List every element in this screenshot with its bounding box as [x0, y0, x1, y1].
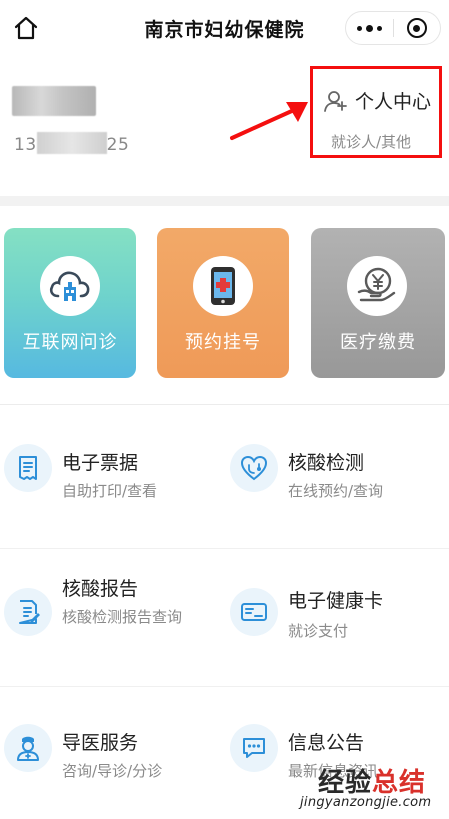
row-divider: [0, 548, 449, 549]
card-icon-circle: [347, 256, 407, 316]
user-plus-icon: [324, 90, 347, 112]
personal-center-sub: 就诊人/其他: [331, 133, 412, 151]
service-icon-circle: [4, 444, 52, 492]
red-annotation-arrow: [230, 102, 308, 140]
service-icon-circle: [230, 724, 278, 772]
cloud-hospital-icon: [49, 271, 90, 301]
home-button[interactable]: [12, 14, 40, 42]
card-label: 预约挂号: [185, 332, 261, 353]
card-icon-circle: [40, 256, 100, 316]
stethoscope-heart-icon: [240, 455, 268, 481]
home-icon: [14, 16, 38, 40]
personal-center-row: 个人中心: [323, 87, 431, 114]
service-nucleic-report[interactable]: 核酸报告 核酸检测报告查询: [4, 566, 219, 656]
personal-center-label: 个人中心: [355, 91, 432, 113]
target-close-icon: [406, 18, 427, 38]
service-subtitle: 核酸检测报告查询: [62, 608, 183, 626]
service-icon-circle: [230, 588, 278, 636]
service-title: 电子健康卡: [288, 590, 384, 612]
service-title: 导医服务: [62, 732, 139, 754]
section-divider: [0, 196, 449, 206]
service-subtitle: 自助打印/查看: [62, 482, 158, 500]
phone-mask: [36, 132, 107, 154]
card-medical-payment[interactable]: 医疗缴费: [311, 228, 445, 378]
card-internet-consultation[interactable]: 互联网问诊: [4, 228, 136, 378]
nurse-icon: [17, 736, 39, 761]
service-announcement[interactable]: 信息公告 最新信息资讯: [230, 720, 445, 810]
service-nucleic-test[interactable]: 核酸检测 在线预约/查询: [230, 440, 445, 530]
service-title: 电子票据: [62, 452, 139, 474]
section-divider: [0, 404, 449, 405]
phone-prefix: 13: [14, 135, 37, 155]
close-button[interactable]: [393, 12, 440, 44]
personal-center-button[interactable]: 个人中心 就诊人/其他: [310, 66, 442, 158]
user-name-redacted: [12, 86, 96, 116]
card-icon-circle: [193, 256, 253, 316]
service-title: 核酸报告: [62, 578, 139, 600]
main-function-cards: 互联网问诊 预约挂号 医疗缴费: [0, 206, 449, 402]
service-health-card[interactable]: 电子健康卡 就诊支付: [230, 566, 445, 656]
user-info-section: 13 25 个人中心 就诊人/其他: [0, 56, 449, 196]
service-guide[interactable]: 导医服务 咨询/导诊/分诊: [4, 720, 219, 810]
row-divider: [0, 686, 449, 687]
mini-program-capsule: [345, 11, 441, 45]
top-navigation-bar: 南京市妇幼保健院: [0, 0, 449, 56]
service-subtitle: 咨询/导诊/分诊: [62, 762, 163, 780]
service-title: 核酸检测: [288, 452, 365, 474]
service-subtitle: 最新信息资讯: [288, 762, 379, 780]
report-edit-icon: [19, 600, 40, 624]
service-subtitle: 在线预约/查询: [288, 482, 384, 500]
phone-medical-icon: [211, 267, 235, 305]
chat-bubble-icon: [243, 738, 265, 758]
health-card-icon: [241, 603, 267, 621]
service-icon-circle: [4, 724, 52, 772]
service-subtitle: 就诊支付: [288, 622, 349, 640]
service-e-invoice[interactable]: 电子票据 自助打印/查看: [4, 440, 219, 530]
card-label: 互联网问诊: [22, 332, 118, 353]
service-icon-circle: [230, 444, 278, 492]
yuan-hand-icon: [357, 267, 396, 302]
phone-suffix: 25: [106, 135, 130, 155]
card-label: 医疗缴费: [340, 332, 416, 353]
more-button[interactable]: [346, 12, 393, 44]
user-phone: 13 25: [14, 132, 129, 155]
receipt-icon: [19, 456, 37, 480]
service-title: 信息公告: [288, 732, 365, 754]
service-icon-circle: [4, 588, 52, 636]
more-dots-icon: [356, 24, 382, 32]
card-appointment[interactable]: 预约挂号: [157, 228, 289, 378]
